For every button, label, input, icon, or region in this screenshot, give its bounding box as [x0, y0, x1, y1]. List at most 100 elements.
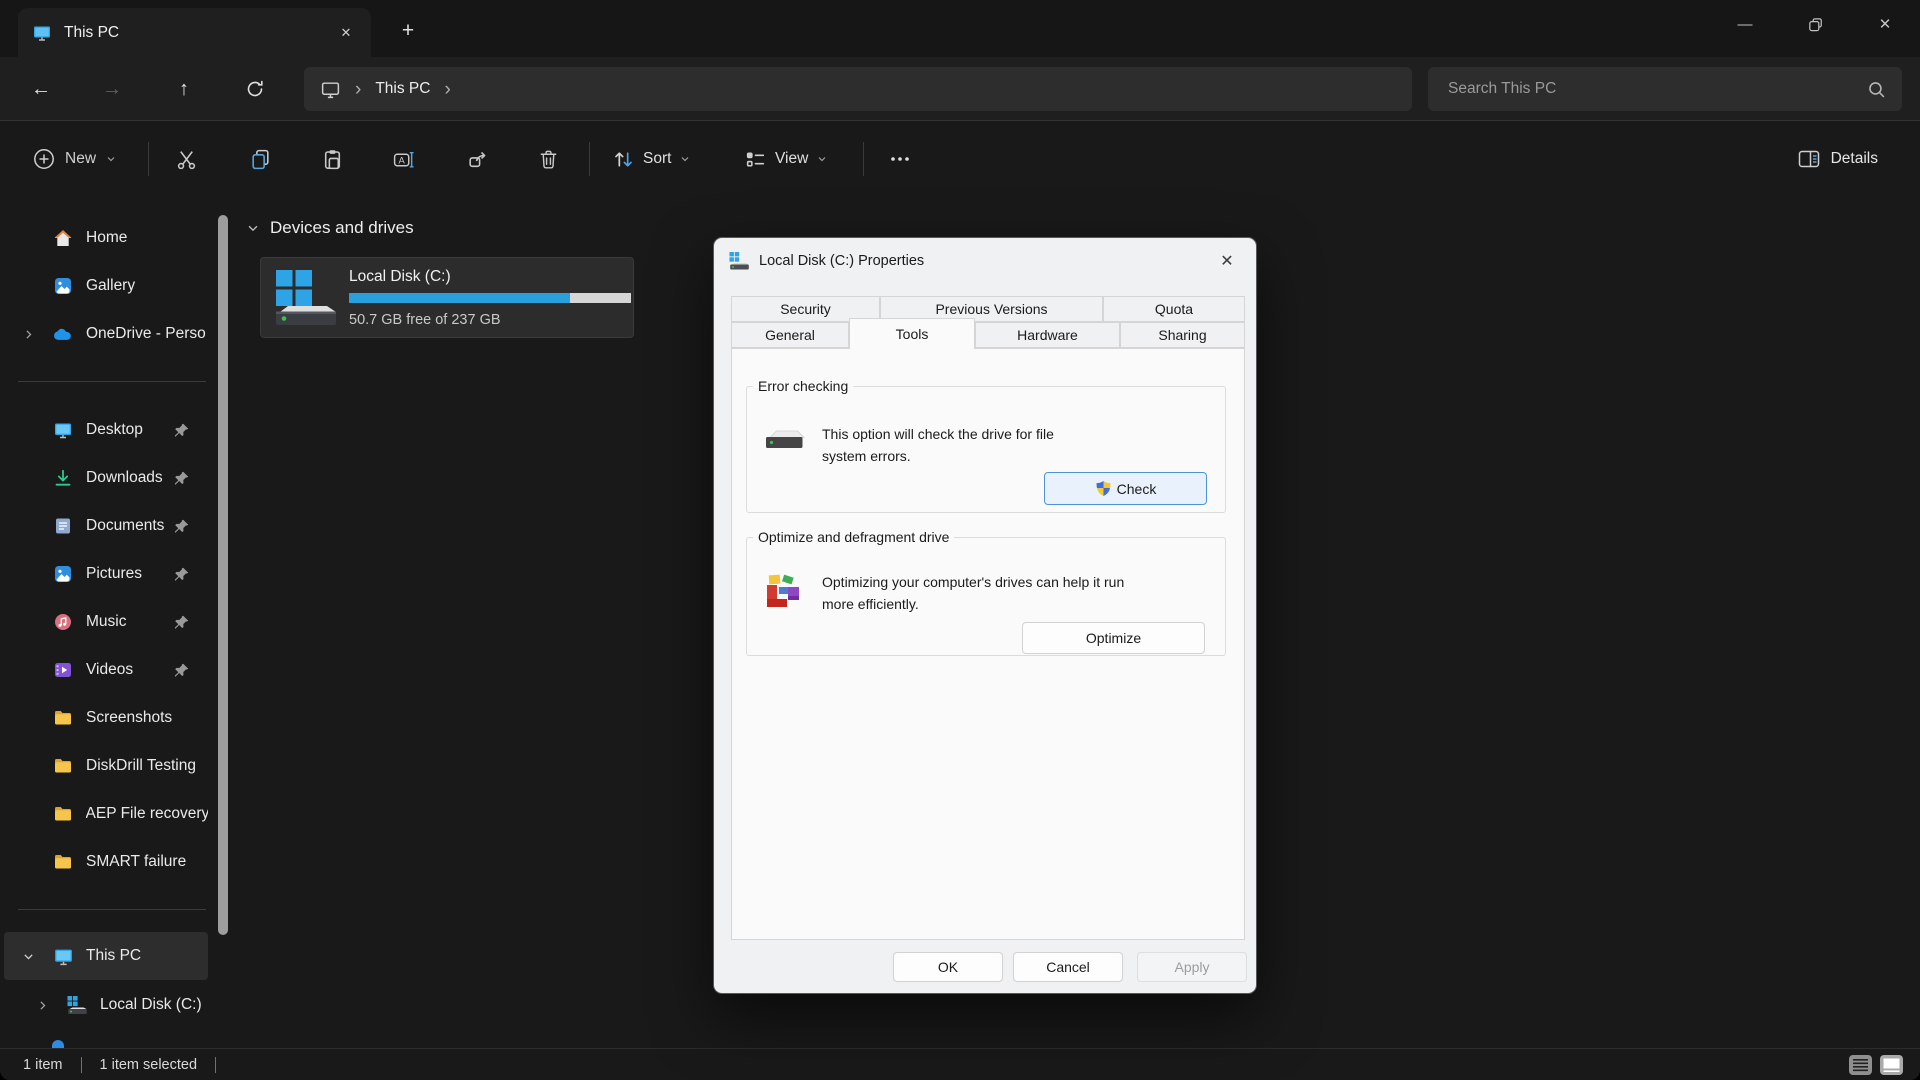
dialog-title: Local Disk (C:) Properties: [759, 253, 925, 269]
pin-icon: [173, 518, 190, 535]
pin-icon: [173, 566, 190, 583]
window-controls: — ✕: [1710, 0, 1920, 48]
folder-icon: [52, 804, 74, 824]
search-input[interactable]: [1428, 80, 1867, 98]
drive-icon-small: [728, 251, 750, 271]
error-checking-group: Error checking This option will check th…: [746, 378, 1226, 513]
tab-this-pc[interactable]: This PC ✕: [18, 8, 371, 57]
command-toolbar: New A Sort View Details: [0, 120, 1920, 196]
restore-button[interactable]: [1780, 0, 1850, 48]
sidebar-item-local-disk-c[interactable]: Local Disk (C:): [4, 981, 208, 1029]
home-icon: [52, 228, 74, 248]
sidebar-item-gallery[interactable]: Gallery: [4, 262, 208, 310]
sidebar-item-onedrive[interactable]: OneDrive - Perso: [4, 310, 208, 358]
chevron-down-icon[interactable]: [246, 221, 260, 235]
defragment-icon: [761, 571, 803, 618]
details-pane-label: Details: [1830, 150, 1878, 167]
thumbnail-view-icon[interactable]: [1879, 1054, 1904, 1076]
sidebar-scrollbar-thumb[interactable]: [218, 215, 228, 935]
optimize-button[interactable]: Optimize: [1022, 622, 1205, 654]
sidebar-item-downloads[interactable]: Downloads: [4, 454, 208, 502]
navigation-sidebar: Home Gallery OneDrive - Perso Desktop Do…: [0, 196, 230, 1048]
sort-button[interactable]: Sort: [602, 135, 701, 183]
tab-quota[interactable]: Quota: [1103, 296, 1245, 322]
search-icon[interactable]: [1867, 80, 1886, 99]
details-view-icon[interactable]: [1848, 1054, 1873, 1076]
back-button[interactable]: ←: [21, 69, 61, 109]
dialog-titlebar[interactable]: Local Disk (C:) Properties ✕: [714, 238, 1256, 284]
folder-icon: [52, 708, 74, 728]
copy-button[interactable]: [236, 135, 284, 183]
rename-button[interactable]: A: [379, 135, 427, 183]
optimize-text: Optimizing your computer's drives can he…: [822, 574, 1125, 612]
refresh-button[interactable]: [235, 69, 275, 109]
details-pane-button[interactable]: Details: [1787, 135, 1888, 183]
up-button[interactable]: ↑: [164, 69, 204, 109]
cancel-button[interactable]: Cancel: [1013, 952, 1123, 982]
chevron-down-icon[interactable]: [18, 950, 38, 963]
sidebar-item-home[interactable]: Home: [4, 214, 208, 262]
view-icon: [746, 151, 765, 167]
tab-sharing[interactable]: Sharing: [1120, 322, 1245, 348]
local-disk-icon: [66, 995, 88, 1016]
dialog-close-icon[interactable]: ✕: [1210, 245, 1244, 277]
forward-button[interactable]: →: [92, 69, 132, 109]
documents-icon: [52, 516, 74, 536]
drive-tile-local-disk-c[interactable]: Local Disk (C:) 50.7 GB free of 237 GB: [260, 257, 634, 338]
tab-tools[interactable]: Tools: [849, 318, 975, 349]
navigation-bar: ← → ↑ › This PC ›: [0, 57, 1920, 120]
check-button-label: Check: [1116, 480, 1157, 497]
sidebar-item-diskdrill-testing[interactable]: DiskDrill Testing: [4, 742, 208, 790]
check-button[interactable]: Check: [1044, 472, 1207, 505]
optimize-button-label: Optimize: [1085, 630, 1142, 646]
pin-icon: [173, 470, 190, 487]
cut-button[interactable]: [162, 135, 210, 183]
close-window-button[interactable]: ✕: [1850, 0, 1920, 48]
sidebar-item-this-pc[interactable]: This PC: [4, 932, 208, 980]
breadcrumb-chevron-icon[interactable]: ›: [355, 80, 361, 99]
this-pc-icon: [52, 946, 74, 967]
sort-arrows-icon: [615, 151, 632, 167]
more-options-button[interactable]: [876, 135, 924, 183]
drive-info: Local Disk (C:) 50.7 GB free of 237 GB: [349, 268, 631, 328]
sidebar-item-music[interactable]: Music: [4, 598, 208, 646]
music-icon: [52, 612, 74, 632]
new-tab-button[interactable]: +: [392, 15, 424, 47]
status-bar: 1 item 1 item selected: [0, 1048, 1920, 1080]
section-header-devices-and-drives[interactable]: Devices and drives: [246, 218, 414, 238]
tab-hardware[interactable]: Hardware: [975, 322, 1120, 348]
chevron-right-icon[interactable]: [32, 999, 52, 1012]
sidebar-item-aep-file-recovery[interactable]: AEP File recovery: [4, 790, 208, 838]
sidebar-item-desktop[interactable]: Desktop: [4, 406, 208, 454]
optimize-legend: Optimize and defragment drive: [758, 529, 950, 545]
breadcrumb-chevron-icon[interactable]: ›: [444, 80, 450, 99]
view-button[interactable]: View: [734, 135, 838, 183]
sidebar-item-videos[interactable]: Videos: [4, 646, 208, 694]
disk-usage-bar: [349, 292, 631, 303]
apply-button[interactable]: Apply: [1137, 952, 1247, 982]
optimize-group: Optimize and defragment drive Optimizing…: [746, 529, 1226, 656]
section-title: Devices and drives: [270, 218, 414, 237]
minimize-button[interactable]: —: [1710, 0, 1780, 48]
drive-icon: [261, 268, 349, 328]
chevron-down-icon: [107, 157, 115, 162]
new-button[interactable]: New: [22, 135, 127, 183]
tab-close-icon[interactable]: ✕: [333, 20, 359, 46]
breadcrumb-monitor-icon[interactable]: [320, 79, 341, 100]
toolbar-divider: [863, 142, 864, 176]
tab-general[interactable]: General: [731, 322, 849, 348]
paste-button[interactable]: [308, 135, 356, 183]
onedrive-icon: [52, 325, 74, 343]
sidebar-item-documents[interactable]: Documents: [4, 502, 208, 550]
pin-icon: [173, 662, 190, 679]
item-count: 1 item: [23, 1056, 63, 1073]
sidebar-item-pictures[interactable]: Pictures: [4, 550, 208, 598]
delete-button[interactable]: [524, 135, 572, 183]
ok-button[interactable]: OK: [893, 952, 1003, 982]
breadcrumb-item-this-pc[interactable]: This PC: [375, 80, 430, 98]
sidebar-item-screenshots[interactable]: Screenshots: [4, 694, 208, 742]
view-button-label: View: [775, 150, 809, 167]
share-button[interactable]: [453, 135, 501, 183]
sidebar-item-smart-failure[interactable]: SMART failure: [4, 838, 208, 886]
chevron-right-icon[interactable]: [18, 328, 38, 341]
